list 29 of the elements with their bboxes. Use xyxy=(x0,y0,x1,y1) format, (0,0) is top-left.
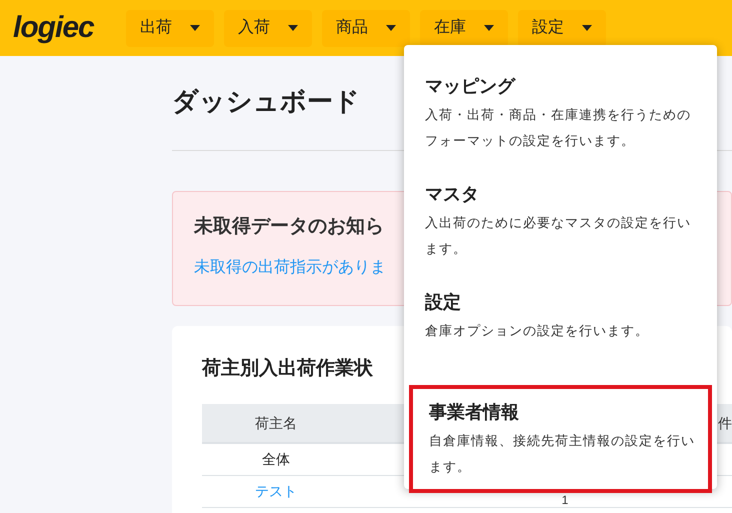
menu-item-title: 事業者情報 xyxy=(429,401,519,424)
nav-menu-button[interactable]: 設定 xyxy=(518,10,606,46)
menu-item-description: 自倉庫情報、接続先荷主情報の設定を行います。 xyxy=(429,432,696,476)
table-cell: 1 xyxy=(562,493,568,507)
caret-icon xyxy=(582,25,592,31)
menu-item[interactable]: 事業者情報 自倉庫情報、接続先荷主情報の設定を行います。 xyxy=(409,385,712,493)
caret-icon xyxy=(386,25,396,31)
column-header: 件 xyxy=(718,414,732,432)
caret-icon xyxy=(484,25,494,31)
card-title: 荷主別入出荷作業状 xyxy=(202,356,373,381)
page-title: ダッシュボード xyxy=(172,85,360,118)
caret-icon xyxy=(190,25,200,31)
caret-icon xyxy=(288,25,298,31)
nav-menu-button[interactable]: 在庫 xyxy=(420,10,508,46)
logo[interactable]: logiec xyxy=(13,8,111,48)
column-header: 荷主名 xyxy=(255,414,297,432)
menu-item-title: マスタ xyxy=(425,183,479,206)
menu-item-title: 設定 xyxy=(425,291,461,314)
menu-item-title: マッピング xyxy=(425,75,515,98)
menu-item-description: 倉庫オプションの設定を行います。 xyxy=(425,322,650,340)
nav-menu-button[interactable]: 入荷 xyxy=(224,10,312,46)
table-cell-text: 全体 xyxy=(262,450,290,469)
nav-menu-button[interactable]: 出荷 xyxy=(126,10,214,46)
menu-item[interactable]: マスタ 入出荷のために必要なマスタの設定を行います。 xyxy=(409,173,712,281)
menu-item-description: 入荷・出荷・商品・在庫連携を行うためのフォーマットの設定を行います。 xyxy=(425,106,692,150)
nav-menu-button[interactable]: 商品 xyxy=(322,10,410,46)
alert-title: 未取得データのお知ら xyxy=(194,215,384,239)
menu-item-description: 入出荷のために必要なマスタの設定を行います。 xyxy=(425,214,692,258)
menu-item[interactable]: マッピング 入荷・出荷・商品・在庫連携を行うためのフォーマットの設定を行います。 xyxy=(409,65,712,173)
